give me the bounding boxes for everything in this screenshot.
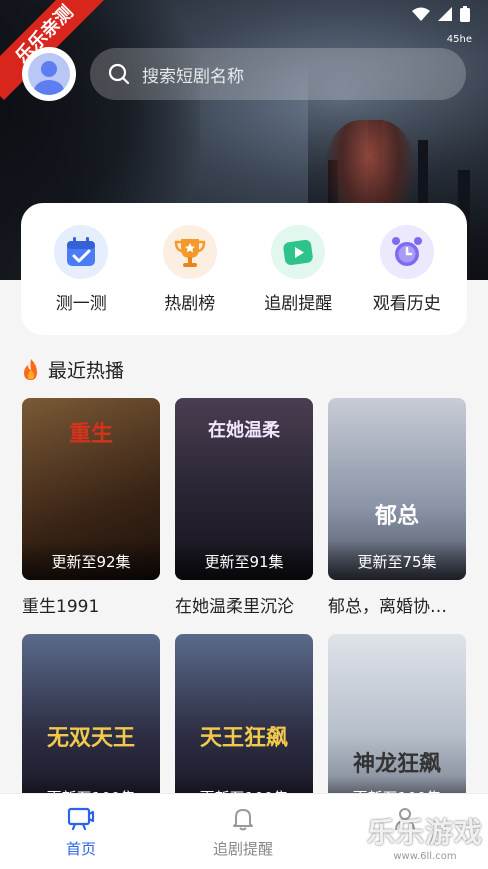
nav-reminder-label: 追剧提醒 [212,840,273,858]
drama-poster: 郁总 更新至75集 [328,398,466,580]
poster-title-art: 神龙狂飙 [352,752,441,777]
poster-title-art: 无双天王 [46,726,135,751]
drama-title: 重生1991 [22,597,100,617]
action-history-label: 观看历史 [372,293,441,314]
trophy-icon [162,224,217,279]
site-watermark: 乐乐游戏 www.6ll.com [366,811,484,863]
quick-actions-card: 测一测 热剧榜 追剧提醒 观看历史 [21,203,467,335]
drama-card[interactable]: 天王狂飙 更新至100集 [175,634,313,816]
action-hot-rank[interactable]: 热剧榜 [136,224,244,314]
search-icon [108,63,130,85]
play-tv-icon [271,224,326,279]
action-test-label: 测一测 [55,293,107,314]
user-avatar-icon [28,53,70,95]
nav-home[interactable]: 首页 [0,794,162,869]
calendar-check-icon [54,224,109,279]
nav-reminder[interactable]: 追剧提醒 [162,794,324,869]
drama-poster: 天王狂飙 更新至100集 [175,634,313,816]
nav-home-label: 首页 [65,840,96,858]
episode-badge: 更新至92集 [22,540,160,580]
drama-card[interactable]: 无双天王 更新至100集 [22,634,160,816]
poster-title-art: 天王狂飙 [199,726,288,751]
action-reminder-label: 追剧提醒 [264,293,333,314]
avatar[interactable] [22,47,76,101]
battery-icon [460,6,470,22]
drama-poster: 重生 更新至92集 [22,398,160,580]
watermark-sub: www.6ll.com [393,851,457,862]
drama-card[interactable]: 在她温柔 更新至91集 在她温柔里沉沦 [175,398,313,617]
episode-badge: 更新至91集 [175,540,313,580]
episode-badge: 更新至75集 [328,540,466,580]
signal-icon [438,7,452,21]
drama-poster: 在她温柔 更新至91集 [175,398,313,580]
bell-icon [233,809,253,831]
tv-home-icon [67,807,95,831]
poster-title-art: 在她温柔 [208,420,280,441]
drama-poster: 神龙狂飙 更新至100集 [328,634,466,816]
poster-title-art: 郁总 [374,504,419,529]
section-recent-hot: 最近热播 [20,356,124,383]
fire-icon [24,358,37,380]
action-test[interactable]: 测一测 [27,224,135,314]
drama-card[interactable]: 重生 更新至92集 重生1991 [22,398,160,617]
drama-title: 郁总，离婚协… [328,597,447,617]
poster-title-art: 重生 [68,422,113,447]
search-input[interactable]: 搜索短剧名称 [90,48,466,100]
section-title: 最近热播 [48,360,125,382]
action-history[interactable]: 观看历史 [353,224,461,314]
alarm-clock-icon [379,224,434,279]
action-reminder[interactable]: 追剧提醒 [244,224,352,314]
drama-card[interactable]: 神龙狂飙 更新至100集 [328,634,466,816]
drama-title: 在她温柔里沉沦 [175,597,294,617]
action-hot-rank-label: 热剧榜 [164,293,216,314]
watermark-main: 乐乐游戏 [366,816,483,849]
search-placeholder: 搜索短剧名称 [142,66,244,87]
wifi-icon [412,7,430,21]
drama-poster: 无双天王 更新至100集 [22,634,160,816]
drama-card[interactable]: 郁总 更新至75集 郁总，离婚协… [328,398,466,617]
network-label: 45he [446,34,472,45]
